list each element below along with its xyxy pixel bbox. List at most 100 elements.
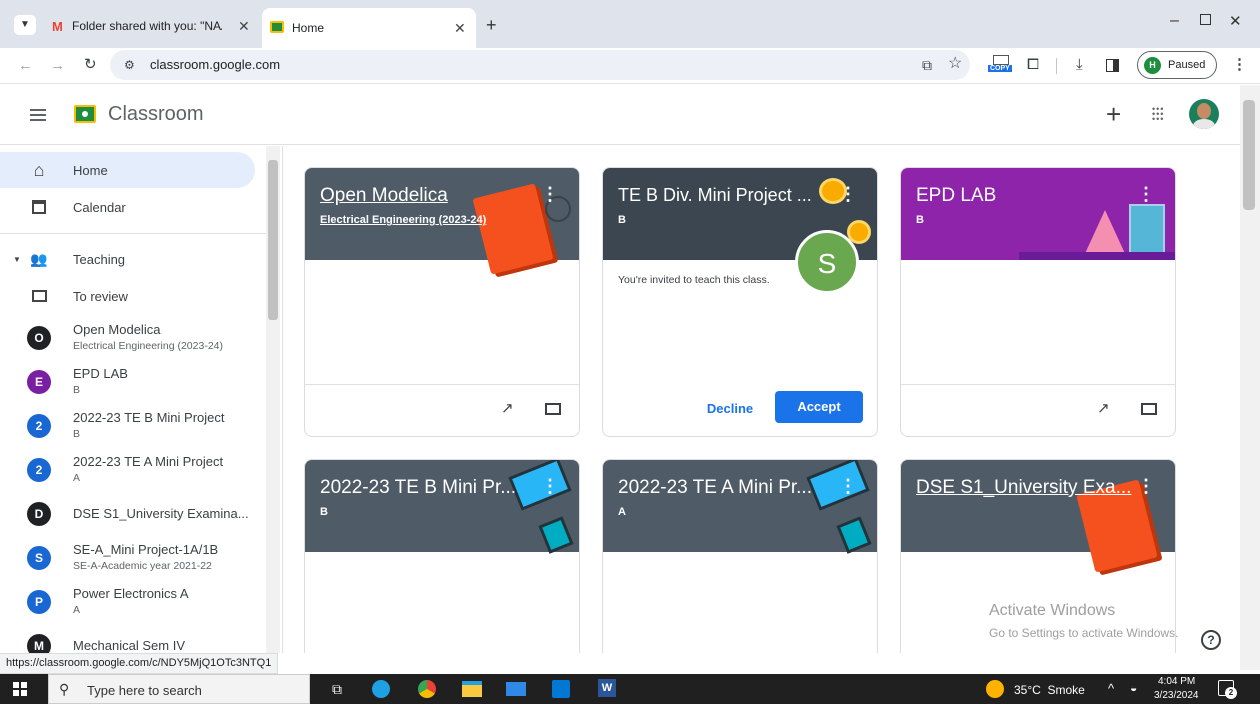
taskbar-search-box[interactable]: ⚲ Type here to search (48, 674, 310, 704)
chrome-icon[interactable] (418, 680, 436, 698)
phone-illustration (538, 516, 574, 554)
windows-start-icon[interactable] (13, 682, 27, 696)
more-options-icon[interactable]: ⋮ (839, 184, 857, 205)
task-view-icon[interactable]: ⧉ (332, 681, 342, 698)
notification-icon[interactable]: 2 (1218, 680, 1237, 699)
mail-icon[interactable] (506, 682, 526, 696)
trending-icon[interactable]: ↗ (501, 399, 514, 417)
sidebar-class-item[interactable]: O Open Modelica Electrical Engineering (… (0, 318, 255, 358)
class-card-invite[interactable]: TE B Div. Mini Project ... B ⋮ S You're … (602, 167, 878, 437)
sidebar-item-to-review[interactable]: To review (0, 278, 255, 314)
gmail-icon: M (52, 18, 63, 34)
close-icon[interactable]: ✕ (238, 18, 250, 35)
network-icon[interactable]: ◒ (1130, 681, 1137, 695)
download-icon[interactable]: ⤓ (1076, 57, 1083, 73)
classroom-icon (270, 21, 284, 33)
card-subtitle: B (320, 506, 328, 518)
weather-icon[interactable] (986, 680, 1004, 698)
sidebar-class-item[interactable]: S SE-A_Mini Project-1A/1B SE-A-Academic … (0, 538, 255, 578)
card-subtitle: B (618, 214, 626, 226)
new-tab-button[interactable]: + (486, 15, 497, 36)
sidebar-item-teaching[interactable]: ▼ 👥 Teaching (0, 241, 255, 277)
class-name: 2022-23 TE A Mini Project (73, 454, 224, 469)
card-subtitle[interactable]: Electrical Engineering (2023-24) (320, 214, 486, 226)
card-title[interactable]: 2022-23 TE A Mini Pr... (618, 477, 812, 499)
back-icon[interactable]: ← (18, 58, 33, 74)
sidebar-class-item[interactable]: P Power Electronics A A (0, 582, 255, 622)
folder-icon[interactable] (1141, 403, 1157, 415)
class-card[interactable]: Open Modelica Electrical Engineering (20… (304, 167, 580, 437)
card-title[interactable]: 2022-23 TE B Mini Pr... (320, 477, 516, 499)
card-banner (901, 168, 1175, 260)
tablet-illustration (806, 460, 870, 511)
close-icon[interactable]: ✕ (454, 20, 466, 37)
sidebar-item-home[interactable]: ⌂ Home (0, 152, 255, 188)
bookmark-star-icon[interactable]: ☆ (948, 56, 962, 72)
more-options-icon[interactable]: ⋮ (1137, 476, 1155, 497)
class-card[interactable]: 2022-23 TE A Mini Pr... A ⋮ (602, 459, 878, 653)
user-avatar[interactable] (1189, 99, 1219, 129)
sidebar-class-item[interactable]: D DSE S1_University Examina... (0, 494, 255, 534)
flask-illustration (1083, 210, 1127, 258)
app-title[interactable]: Classroom (108, 103, 204, 126)
close-window-button[interactable]: ✕ (1229, 12, 1242, 30)
site-info-icon[interactable]: ⚙ (124, 57, 135, 73)
restore-button[interactable] (1200, 14, 1211, 25)
weather-text[interactable]: 35°C Smoke (1014, 683, 1085, 697)
expand-arrow-icon[interactable]: ▼ (13, 255, 21, 264)
tab-search-icon[interactable]: ▼ (14, 15, 36, 35)
edge-icon[interactable] (372, 680, 390, 698)
folder-icon[interactable] (545, 403, 561, 415)
copy-extension-icon[interactable]: COPY (988, 55, 1014, 77)
class-card[interactable]: 2022-23 TE B Mini Pr... B ⋮ (304, 459, 580, 653)
invite-message: You're invited to teach this class. (618, 274, 770, 286)
card-title[interactable]: EPD LAB (916, 185, 996, 207)
class-card[interactable]: EPD LAB B ⋮ ↗ (900, 167, 1176, 437)
class-section: A (73, 604, 81, 616)
file-explorer-icon[interactable] (462, 681, 482, 697)
more-options-icon[interactable]: ⋮ (541, 184, 559, 205)
tab-home[interactable]: Home ✕ (262, 8, 476, 48)
decline-button[interactable]: Decline (695, 394, 765, 424)
help-icon[interactable]: ? (1201, 630, 1221, 650)
card-title[interactable]: TE B Div. Mini Project ... (618, 185, 838, 206)
lab-shelf (1019, 252, 1175, 260)
extensions-icon[interactable]: ⧠ (1027, 57, 1039, 73)
tray-chevron-icon[interactable]: ^ (1108, 681, 1114, 696)
sidebar-item-calendar[interactable]: Calendar (0, 189, 255, 225)
minimize-button[interactable]: – (1170, 12, 1179, 30)
browser-menu-icon[interactable]: ⋮ (1232, 57, 1247, 73)
sidebar-class-item[interactable]: 2 2022-23 TE A Mini Project A (0, 450, 255, 490)
apps-grid-icon[interactable]: ••• ••• ••• (1152, 105, 1168, 124)
clock-time[interactable]: 4:04 PM (1158, 676, 1195, 687)
class-avatar: M (27, 634, 51, 653)
create-class-icon[interactable]: + (1106, 99, 1121, 130)
trending-icon[interactable]: ↗ (1097, 399, 1110, 417)
class-card[interactable]: DSE S1_University Exa... ⋮ (900, 459, 1176, 653)
windows-taskbar: ⚲ Type here to search ⧉ W 35°C Smoke ^ ◒… (0, 674, 1260, 704)
page-scrollbar-thumb[interactable] (1243, 100, 1255, 210)
profile-paused-button[interactable]: H Paused (1137, 51, 1217, 79)
sidebar-class-item[interactable]: 2 2022-23 TE B Mini Project B (0, 406, 255, 446)
more-options-icon[interactable]: ⋮ (541, 476, 559, 497)
clock-date[interactable]: 3/23/2024 (1154, 690, 1199, 701)
tab-gmail[interactable]: M Folder shared with you: "NAAC ✕ (44, 8, 254, 44)
sidebar-class-item[interactable]: M Mechanical Sem IV (0, 626, 255, 653)
more-options-icon[interactable]: ⋮ (839, 476, 857, 497)
side-panel-icon[interactable] (1106, 59, 1119, 72)
accept-button[interactable]: Accept (775, 391, 863, 423)
class-name: DSE S1_University Examina... (73, 506, 249, 521)
card-title[interactable]: Open Modelica (320, 185, 448, 207)
word-icon[interactable]: W (598, 679, 616, 697)
sidebar-class-item[interactable]: E EPD LAB B (0, 362, 255, 402)
class-name: 2022-23 TE B Mini Project (73, 410, 225, 425)
forward-icon[interactable]: → (50, 58, 65, 74)
more-options-icon[interactable]: ⋮ (1137, 184, 1155, 205)
sidebar-scrollbar-thumb[interactable] (268, 160, 278, 320)
reload-icon[interactable]: ↻ (84, 57, 97, 73)
store-icon[interactable] (552, 680, 570, 698)
main-menu-icon[interactable] (30, 109, 46, 121)
card-title[interactable]: DSE S1_University Exa... (916, 477, 1141, 499)
cast-icon[interactable]: ⧉ (922, 57, 932, 73)
address-bar[interactable]: ⚙ classroom.google.com ⧉ ☆ (110, 50, 970, 80)
